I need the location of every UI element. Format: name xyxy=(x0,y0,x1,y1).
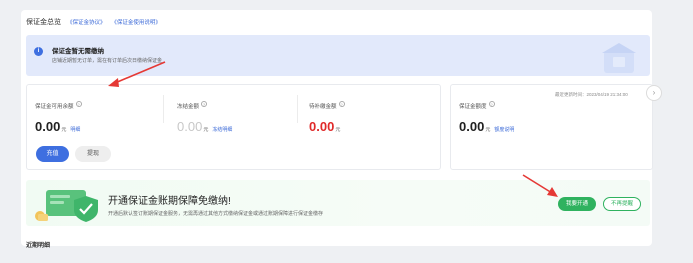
annotation-overlay xyxy=(108,61,558,197)
annotation-arrow-icon xyxy=(108,61,166,87)
annotation-arrow-icon xyxy=(522,174,558,197)
